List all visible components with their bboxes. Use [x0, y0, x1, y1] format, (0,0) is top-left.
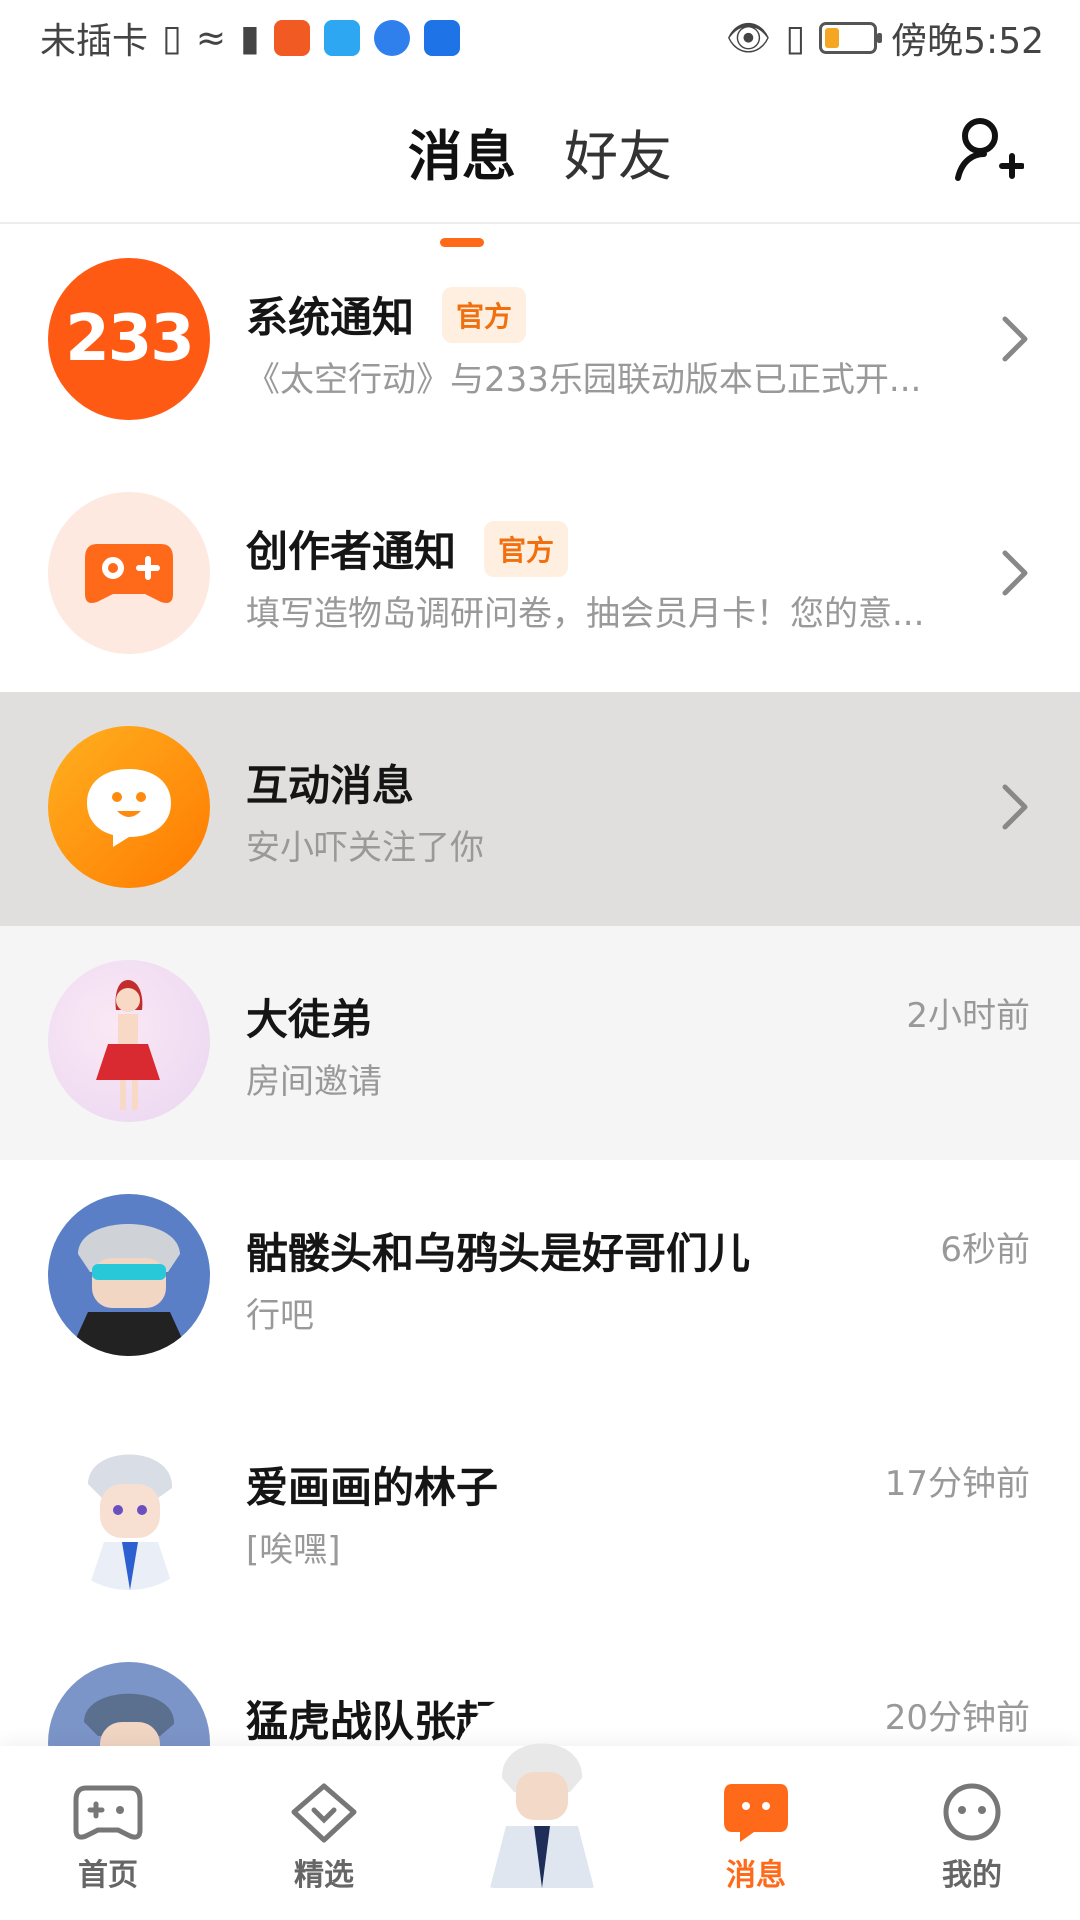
heart-diamond-icon — [291, 1783, 357, 1843]
list-item-chat[interactable]: 爱画画的林子 17分钟前 [唉嘿] — [0, 1394, 1080, 1628]
list-item-preview: [唉嘿] — [246, 1530, 341, 1570]
gamepad-icon — [85, 544, 173, 603]
character-avatar-image — [96, 980, 160, 1110]
list-item-preview: 房间邀请 — [246, 1062, 382, 1102]
interaction-avatar — [48, 726, 210, 888]
list-item-preview: 填写造物岛调研问卷，抽会员月卡！您的意... — [246, 594, 925, 634]
chevron-right-icon — [1002, 784, 1028, 830]
top-tabs: 消息 好友 — [0, 112, 1080, 247]
tab-messages[interactable]: 消息 — [408, 112, 516, 247]
list-item-system-notice[interactable]: 233 系统通知 官方 《太空行动》与233乐园联动版本已正式开... — [0, 224, 1080, 458]
list-item-title: 系统通知 官方 — [246, 284, 527, 345]
character-avatar-image — [68, 1224, 190, 1356]
list-item-time: 20分钟前 — [884, 1698, 1030, 1738]
tab-messages-label: 消息 — [408, 125, 516, 188]
list-item-interactions[interactable]: 互动消息 安小吓关注了你 — [0, 692, 1080, 926]
app-notification-icon — [323, 20, 360, 56]
nav-home[interactable]: 首页 — [20, 1780, 196, 1894]
nav-me-label: 我的 — [942, 1858, 1002, 1893]
list-item-creator-notice[interactable]: 创作者通知 官方 填写造物岛调研问卷，抽会员月卡！您的意... — [0, 458, 1080, 692]
list-item-title-text: 大徒弟 — [246, 995, 373, 1044]
user-avatar — [48, 960, 210, 1122]
nav-featured[interactable]: 精选 — [236, 1780, 412, 1894]
nav-featured-label: 精选 — [294, 1858, 354, 1893]
character-avatar-image — [490, 1743, 594, 1888]
browser-notification-icon — [373, 20, 410, 56]
list-item-title-text: 互动消息 — [246, 761, 415, 810]
user-avatar — [48, 1194, 210, 1356]
list-item-title-text: 系统通知 — [246, 293, 415, 342]
gamepad-icon — [73, 1785, 143, 1840]
message-bubble-icon — [724, 1784, 788, 1842]
user-avatar — [48, 1428, 210, 1590]
list-item-preview: 行吧 — [246, 1296, 314, 1336]
tab-friends-label: 好友 — [564, 125, 672, 188]
battery-icon — [819, 22, 883, 54]
wifi-icon: ≈ — [195, 17, 226, 59]
center-character-button[interactable] — [480, 1708, 604, 1888]
vibrate-icon: ▯ — [785, 17, 806, 59]
character-avatar-image — [88, 1454, 174, 1590]
list-item-title-text: 创作者通知 — [246, 527, 457, 576]
sim-alert-icon: ▯ — [162, 17, 182, 59]
official-badge: 官方 — [484, 520, 569, 577]
chevron-right-icon — [1002, 316, 1028, 362]
list-item-title: 创作者通知 官方 — [246, 518, 569, 579]
list-item-preview: 安小吓关注了你 — [246, 828, 484, 868]
eye-icon: 👁 — [725, 18, 772, 59]
list-item-title-text: 骷髅头和乌鸦头是好哥们儿 — [246, 1229, 751, 1278]
list-item-time: 17分钟前 — [884, 1464, 1030, 1504]
nav-messages[interactable]: 消息 — [668, 1780, 844, 1894]
nav-home-label: 首页 — [78, 1858, 138, 1893]
list-item-preview: 《太空行动》与233乐园联动版本已正式开... — [246, 360, 922, 400]
nav-me[interactable]: 我的 — [884, 1780, 1060, 1894]
notification-icon: ▮ — [240, 17, 260, 59]
status-right: 👁 ▯ 傍晚5:52 — [726, 12, 1044, 64]
list-item-title: 骷髅头和乌鸦头是好哥们儿 — [246, 1220, 750, 1281]
add-friend-icon[interactable] — [954, 114, 1024, 184]
tab-friends[interactable]: 好友 — [564, 112, 672, 191]
app-notification-icon — [273, 20, 310, 56]
carrier-text: 未插卡 — [40, 21, 149, 62]
message-list: 233 系统通知 官方 《太空行动》与233乐园联动版本已正式开... 创作者通… — [0, 224, 1080, 1862]
list-item-title: 互动消息 — [246, 752, 414, 813]
bulb-app-icon — [423, 20, 460, 56]
list-item-title: 爱画画的林子 — [246, 1454, 498, 1515]
status-bar: 未插卡 ▯ ≈ ▮ 👁 ▯ 傍晚5:52 — [0, 0, 1080, 76]
official-badge: 官方 — [442, 286, 527, 343]
list-item-title-text: 爱画画的林子 — [246, 1463, 499, 1512]
clock-text: 傍晚5:52 — [891, 21, 1044, 62]
face-icon — [943, 1783, 1001, 1841]
list-item-chat[interactable]: 大徒弟 2小时前 房间邀请 — [0, 926, 1080, 1160]
nav-messages-label: 消息 — [726, 1858, 786, 1893]
list-item-chat[interactable]: 骷髅头和乌鸦头是好哥们儿 6秒前 行吧 — [0, 1160, 1080, 1394]
top-header: 消息 好友 — [0, 76, 1080, 247]
system-avatar: 233 — [48, 258, 210, 420]
chat-bubble-icon — [87, 769, 171, 847]
system-avatar-text: 233 — [65, 302, 195, 376]
status-left: 未插卡 ▯ ≈ ▮ — [40, 12, 460, 64]
chevron-right-icon — [1002, 550, 1028, 596]
list-item-title: 大徒弟 — [246, 986, 372, 1047]
list-item-time: 2小时前 — [906, 996, 1030, 1036]
list-item-time: 6秒前 — [940, 1230, 1030, 1270]
creator-avatar — [48, 492, 210, 654]
